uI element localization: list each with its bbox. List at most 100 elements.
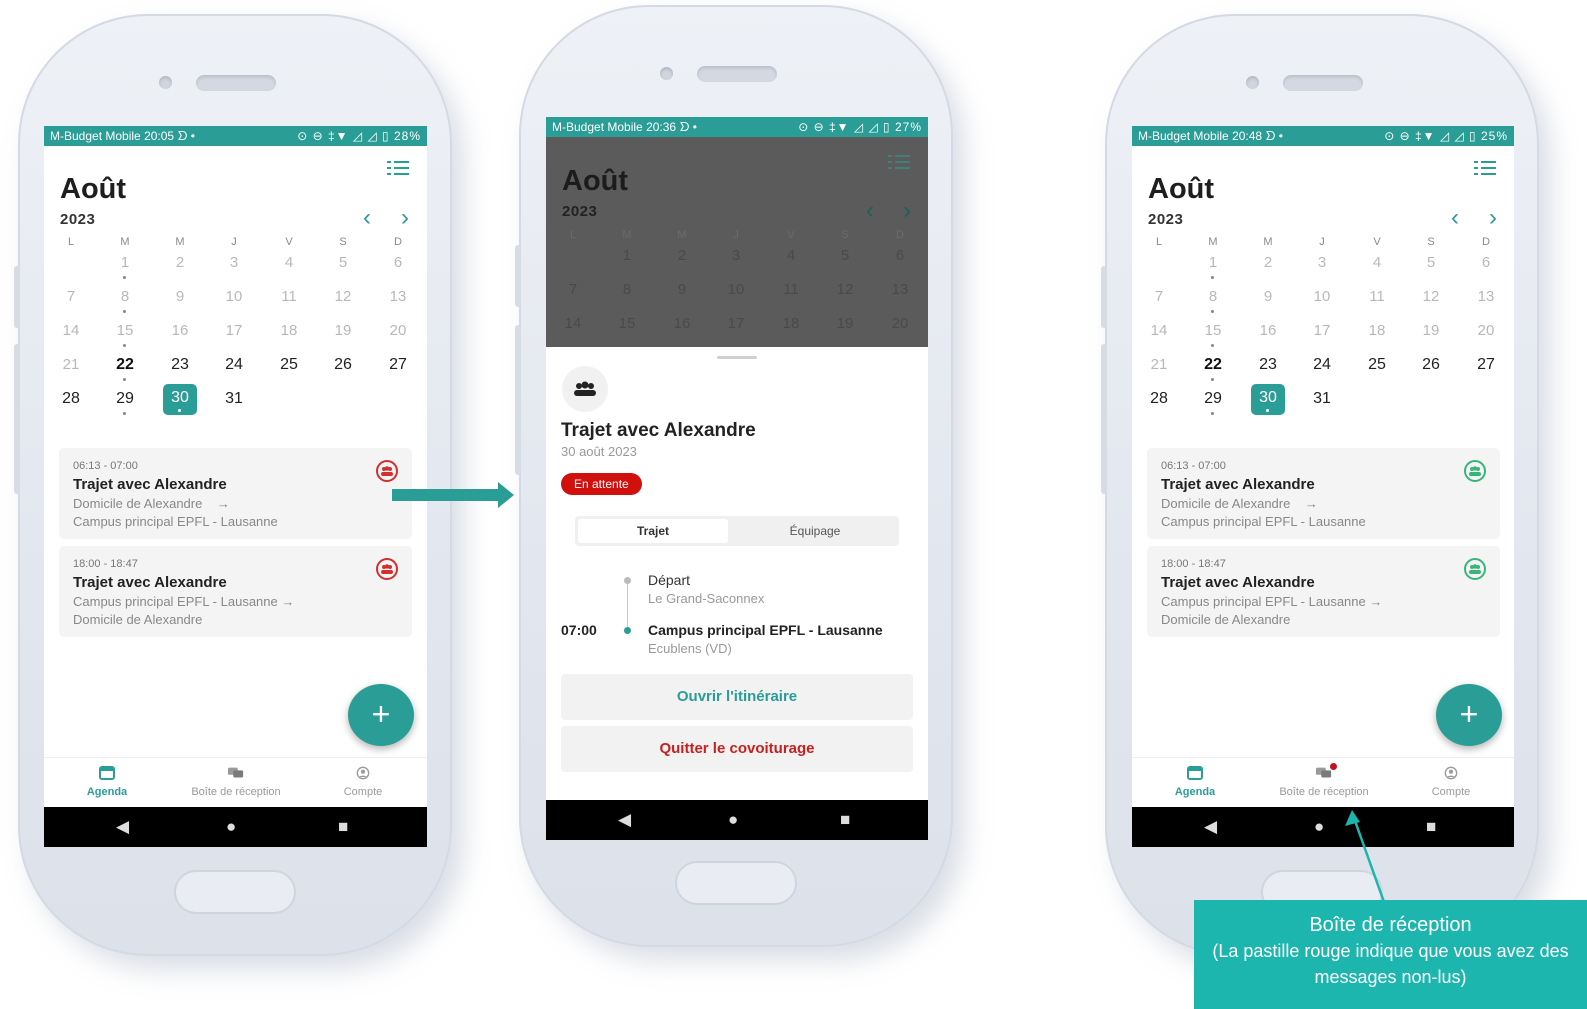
home-nav-button[interactable]: ● <box>1314 817 1324 837</box>
chevron-right-icon[interactable]: › <box>401 204 409 232</box>
calendar-day[interactable]: 3 <box>207 254 261 271</box>
calendar-day[interactable]: 22 <box>98 356 152 374</box>
calendar-day[interactable]: 14 <box>546 315 600 332</box>
calendar-day[interactable]: 20 <box>873 315 927 332</box>
back-button[interactable]: ◀ <box>618 810 631 830</box>
calendar-day[interactable]: 2 <box>1241 254 1295 271</box>
calendar-day[interactable]: 13 <box>873 281 927 298</box>
calendar-day[interactable]: 16 <box>1241 322 1295 339</box>
calendar-day[interactable]: 5 <box>1404 254 1458 271</box>
calendar-day[interactable]: 20 <box>1459 322 1513 339</box>
calendar-day[interactable]: 4 <box>764 247 818 264</box>
calendar-day[interactable]: 24 <box>207 356 261 374</box>
recent-apps-button[interactable]: ■ <box>338 817 348 837</box>
calendar-day[interactable]: 9 <box>153 288 207 305</box>
calendar-day[interactable]: 8 <box>1186 288 1240 305</box>
dimmed-background[interactable]: Août 2023 ‹ › L M M J V S D 1 2 3 4 5 6 7 8 9 10 11 12 13 14… <box>546 137 928 400</box>
calendar-day[interactable]: 23 <box>153 356 207 374</box>
calendar-day[interactable]: 7 <box>44 288 98 305</box>
calendar-day[interactable]: 8 <box>98 288 152 305</box>
calendar-day[interactable]: 16 <box>153 322 207 339</box>
calendar-day[interactable]: 26 <box>1404 356 1458 374</box>
calendar-day[interactable]: 18 <box>262 322 316 339</box>
calendar-day[interactable]: 18 <box>764 315 818 332</box>
calendar-day[interactable]: 6 <box>371 254 425 271</box>
calendar-day[interactable]: 6 <box>873 247 927 264</box>
calendar-day[interactable]: 18 <box>1350 322 1404 339</box>
calendar-day[interactable]: 11 <box>764 281 818 298</box>
tab-equipage[interactable]: Équipage <box>735 519 895 543</box>
sheet-handle[interactable] <box>717 356 757 359</box>
calendar-day[interactable]: 4 <box>1350 254 1404 271</box>
calendar-day[interactable]: 8 <box>600 281 654 298</box>
calendar-day[interactable]: 6 <box>1459 254 1513 271</box>
calendar-day[interactable]: 5 <box>316 254 370 271</box>
calendar-day[interactable]: 31 <box>1295 390 1349 408</box>
calendar-day[interactable]: 1 <box>1186 254 1240 271</box>
calendar-day[interactable]: 9 <box>655 281 709 298</box>
calendar-day[interactable]: 13 <box>371 288 425 305</box>
calendar-day[interactable]: 20 <box>371 322 425 339</box>
calendar-day[interactable]: 23 <box>1241 356 1295 374</box>
calendar-day[interactable]: 4 <box>262 254 316 271</box>
calendar-day[interactable]: 14 <box>44 322 98 339</box>
tab-agenda[interactable]: Agenda <box>1170 766 1220 798</box>
home-nav-button[interactable]: ● <box>728 810 738 830</box>
add-trip-button[interactable]: + <box>1436 684 1502 746</box>
list-view-icon[interactable] <box>1474 161 1496 177</box>
calendar-day[interactable]: 1 <box>98 254 152 271</box>
tab-agenda[interactable]: Agenda <box>82 766 132 798</box>
calendar-day[interactable]: 7 <box>1132 288 1186 305</box>
calendar-day[interactable]: 13 <box>1459 288 1513 305</box>
event-card[interactable]: 06:13 - 07:00 Trajet avec Alexandre Domi… <box>59 448 412 539</box>
chevron-left-icon[interactable]: ‹ <box>1451 204 1459 232</box>
chevron-right-icon[interactable]: › <box>1489 204 1497 232</box>
leave-carpool-button[interactable]: Quitter le covoiturage <box>561 726 913 772</box>
calendar-day[interactable]: 19 <box>316 322 370 339</box>
calendar-day-selected[interactable]: 30 <box>1251 384 1285 415</box>
calendar-day[interactable]: 15 <box>600 315 654 332</box>
home-nav-button[interactable]: ● <box>226 817 236 837</box>
calendar-day[interactable]: 17 <box>207 322 261 339</box>
calendar-day[interactable]: 2 <box>153 254 207 271</box>
calendar-day[interactable]: 11 <box>1350 288 1404 305</box>
tab-trajet[interactable]: Trajet <box>578 519 728 543</box>
calendar-day-selected[interactable]: 30 <box>163 384 197 415</box>
calendar-day[interactable]: 31 <box>207 390 261 408</box>
calendar-day[interactable]: 17 <box>1295 322 1349 339</box>
calendar-day[interactable]: 10 <box>1295 288 1349 305</box>
calendar-day[interactable]: 29 <box>1186 390 1240 408</box>
list-view-icon[interactable] <box>387 161 409 177</box>
calendar-day[interactable]: 16 <box>655 315 709 332</box>
calendar-day[interactable]: 26 <box>316 356 370 374</box>
calendar-day[interactable]: 9 <box>1241 288 1295 305</box>
calendar-day[interactable]: 3 <box>1295 254 1349 271</box>
calendar-day[interactable]: 15 <box>1186 322 1240 339</box>
tab-account[interactable]: Compte <box>1426 766 1476 798</box>
calendar-day[interactable]: 19 <box>818 315 872 332</box>
calendar-day[interactable]: 12 <box>818 281 872 298</box>
tab-inbox[interactable]: Boîte de réception <box>1272 763 1376 798</box>
add-trip-button[interactable]: + <box>348 684 414 746</box>
calendar-day[interactable]: 27 <box>1459 356 1513 374</box>
recent-apps-button[interactable]: ■ <box>840 810 850 830</box>
event-card[interactable]: 06:13 - 07:00 Trajet avec Alexandre Domi… <box>1147 448 1500 539</box>
calendar-day[interactable]: 12 <box>316 288 370 305</box>
calendar-day[interactable]: 2 <box>655 247 709 264</box>
back-button[interactable]: ◀ <box>116 817 129 837</box>
calendar-day[interactable]: 10 <box>709 281 763 298</box>
calendar-day[interactable]: 11 <box>262 288 316 305</box>
calendar-day[interactable]: 17 <box>709 315 763 332</box>
calendar-day[interactable]: 29 <box>98 390 152 408</box>
back-button[interactable]: ◀ <box>1204 817 1217 837</box>
calendar-day[interactable]: 1 <box>600 247 654 264</box>
calendar-day[interactable]: 3 <box>709 247 763 264</box>
calendar-day[interactable]: 28 <box>1132 390 1186 408</box>
event-card[interactable]: 18:00 - 18:47 Trajet avec Alexandre Camp… <box>59 546 412 637</box>
calendar-day[interactable]: 14 <box>1132 322 1186 339</box>
calendar-day[interactable]: 24 <box>1295 356 1349 374</box>
calendar-day[interactable]: 21 <box>44 356 98 373</box>
calendar-day[interactable]: 5 <box>818 247 872 264</box>
calendar-day[interactable]: 22 <box>1186 356 1240 374</box>
calendar-day[interactable]: 25 <box>1350 356 1404 374</box>
